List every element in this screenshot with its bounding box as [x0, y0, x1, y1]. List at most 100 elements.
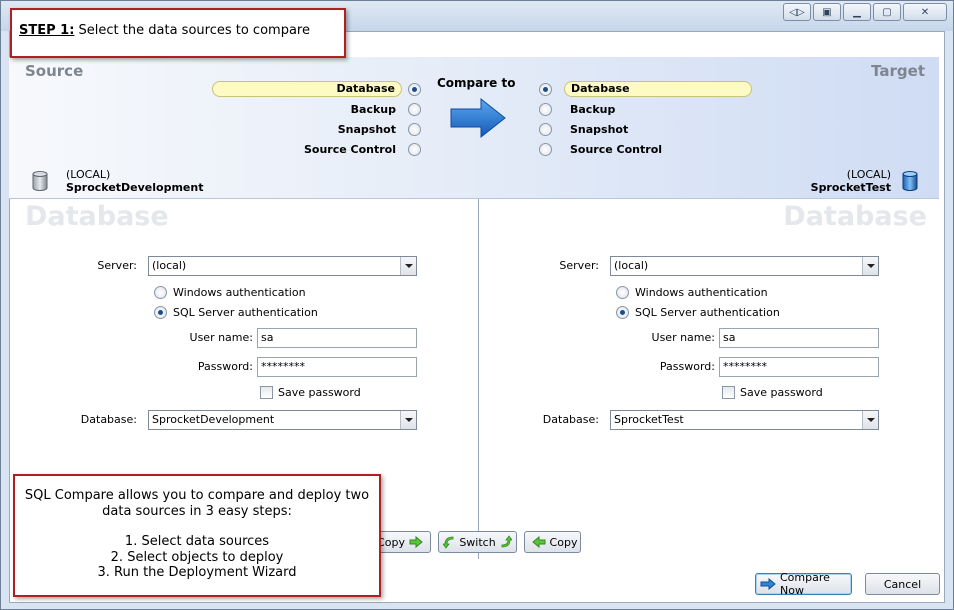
- source-database-icon: [32, 171, 48, 191]
- info-callout: SQL Compare allows you to compare and de…: [13, 474, 381, 597]
- source-username-input[interactable]: sa: [257, 328, 417, 348]
- button-label: Compare Now: [780, 571, 830, 597]
- source-option-source-control[interactable]: Source Control: [201, 139, 421, 159]
- copy-to-source-button[interactable]: Copy: [524, 531, 581, 553]
- source-database-label: Database:: [80, 413, 137, 426]
- source-database-combo[interactable]: SprocketDevelopment: [148, 410, 417, 430]
- step-number: STEP 1:: [19, 23, 75, 38]
- combo-value: (local): [152, 259, 187, 272]
- source-option-snapshot[interactable]: Snapshot: [201, 119, 421, 139]
- chevron-down-icon[interactable]: [400, 257, 416, 275]
- target-option-source-control[interactable]: Source Control: [539, 139, 759, 159]
- compare-arrow-icon: [760, 578, 776, 590]
- radio-button[interactable]: [408, 142, 421, 156]
- radio-button[interactable]: [154, 286, 167, 299]
- source-password-label: Password:: [197, 360, 253, 373]
- close-button[interactable]: ✕: [903, 3, 947, 21]
- source-title: Source: [25, 62, 84, 80]
- radio-button[interactable]: [408, 102, 421, 116]
- minimize-button[interactable]: ▁: [843, 3, 871, 21]
- switch-button[interactable]: Switch: [438, 531, 517, 553]
- target-database-name: SprocketTest: [810, 181, 891, 194]
- swap-left-icon: [443, 535, 455, 549]
- info-step: 1. Select data sources: [124, 534, 270, 549]
- button-label: Cancel: [883, 577, 922, 591]
- target-sql-auth[interactable]: SQL Server authentication: [616, 306, 780, 319]
- source-sql-auth[interactable]: SQL Server authentication: [154, 306, 318, 319]
- checkbox-label: Save password: [278, 386, 361, 399]
- step-callout: STEP 1: Select the data sources to compa…: [10, 8, 346, 58]
- info-line: SQL Compare allows you to compare and de…: [24, 488, 370, 503]
- arrow-right-icon: [409, 536, 423, 548]
- source-server-name: (LOCAL): [66, 168, 111, 181]
- target-password-label: Password:: [659, 360, 715, 373]
- restore-layout-button[interactable]: ◁▷: [783, 3, 811, 21]
- option-label: Backup: [350, 102, 396, 116]
- target-username-input[interactable]: sa: [719, 328, 879, 348]
- button-label: Switch: [459, 535, 496, 549]
- option-label: Source Control: [570, 142, 663, 156]
- copy-to-target-button[interactable]: Copy: [373, 531, 431, 553]
- target-server-label: Server:: [559, 259, 599, 272]
- source-connection-summary: (LOCAL) SprocketDevelopment: [66, 168, 203, 194]
- radio-button[interactable]: [154, 306, 167, 319]
- compare-to-label: Compare to: [437, 76, 516, 90]
- source-option-backup[interactable]: Backup: [201, 99, 421, 119]
- checkbox[interactable]: [722, 386, 735, 399]
- option-label: Snapshot: [337, 122, 396, 136]
- button-label: Copy: [549, 535, 578, 549]
- source-windows-auth[interactable]: Windows authentication: [154, 286, 306, 299]
- window-controls: ◁▷ ▣ ▁ ▢ ✕: [781, 3, 947, 21]
- radio-button[interactable]: [539, 82, 552, 96]
- chevron-down-icon[interactable]: [862, 411, 878, 429]
- source-save-password[interactable]: Save password: [260, 386, 361, 399]
- target-save-password[interactable]: Save password: [722, 386, 823, 399]
- target-windows-auth[interactable]: Windows authentication: [616, 286, 768, 299]
- source-option-database[interactable]: Database: [201, 79, 421, 99]
- arrows-icon: ◁▷: [789, 6, 805, 18]
- target-watermark: Database: [783, 201, 927, 232]
- option-label: Snapshot: [570, 122, 629, 136]
- chevron-down-icon[interactable]: [862, 257, 878, 275]
- radio-label: SQL Server authentication: [635, 306, 780, 319]
- source-password-input[interactable]: ********: [257, 357, 417, 377]
- combo-value: SprocketDevelopment: [152, 413, 275, 426]
- target-server-combo[interactable]: (local): [610, 256, 879, 276]
- option-label: Database: [212, 81, 402, 97]
- arrow-left-icon: [531, 536, 546, 548]
- pane-divider: [478, 199, 479, 559]
- source-type-options: Database Backup Snapshot Source Control: [201, 79, 421, 159]
- radio-button[interactable]: [539, 102, 552, 116]
- pin-button[interactable]: ▣: [813, 3, 841, 21]
- radio-label: Windows authentication: [635, 286, 768, 299]
- radio-button[interactable]: [616, 286, 629, 299]
- radio-button[interactable]: [408, 122, 421, 136]
- radio-button[interactable]: [616, 306, 629, 319]
- swap-right-icon: [500, 535, 512, 549]
- source-username-label: User name:: [189, 331, 253, 344]
- target-option-database[interactable]: Database: [539, 79, 759, 99]
- radio-button[interactable]: [539, 122, 552, 136]
- target-database-label: Database:: [542, 413, 599, 426]
- close-icon: ✕: [920, 6, 930, 18]
- target-database-combo[interactable]: SprocketTest: [610, 410, 879, 430]
- combo-value: (local): [614, 259, 649, 272]
- radio-label: SQL Server authentication: [173, 306, 318, 319]
- target-title: Target: [871, 62, 925, 80]
- checkbox[interactable]: [260, 386, 273, 399]
- target-option-snapshot[interactable]: Snapshot: [539, 119, 759, 139]
- target-password-input[interactable]: ********: [719, 357, 879, 377]
- source-server-label: Server:: [97, 259, 137, 272]
- info-step: 2. Select objects to deploy: [110, 549, 284, 565]
- checkbox-label: Save password: [740, 386, 823, 399]
- source-server-combo[interactable]: (local): [148, 256, 417, 276]
- maximize-button[interactable]: ▢: [873, 3, 901, 21]
- cancel-button[interactable]: Cancel: [865, 573, 940, 595]
- radio-button[interactable]: [539, 142, 552, 156]
- compare-now-button[interactable]: Compare Now: [755, 571, 852, 597]
- option-label: Database: [564, 81, 752, 97]
- radio-label: Windows authentication: [173, 286, 306, 299]
- radio-button[interactable]: [408, 82, 421, 96]
- target-option-backup[interactable]: Backup: [539, 99, 759, 119]
- chevron-down-icon[interactable]: [400, 411, 416, 429]
